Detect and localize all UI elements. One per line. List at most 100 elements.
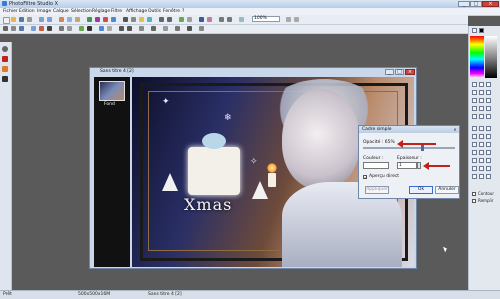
filter14-icon[interactable] bbox=[127, 26, 132, 31]
shape-10-icon[interactable] bbox=[472, 150, 477, 155]
zoom-select[interactable]: 100% bbox=[252, 16, 280, 22]
shape-14-icon[interactable] bbox=[479, 158, 484, 163]
shape-16-icon[interactable] bbox=[472, 166, 477, 171]
zoom-in-icon[interactable] bbox=[227, 17, 232, 22]
opacity-slider-thumb[interactable] bbox=[420, 144, 424, 151]
color-palette[interactable] bbox=[470, 36, 484, 78]
move-icon[interactable] bbox=[479, 114, 484, 119]
menu-filtre[interactable]: Filtre bbox=[111, 9, 122, 14]
cut-icon[interactable] bbox=[59, 17, 64, 22]
opacity-slider-track[interactable] bbox=[363, 147, 455, 149]
crop-icon[interactable] bbox=[123, 17, 128, 22]
shape-18-icon[interactable] bbox=[486, 166, 491, 171]
redo-icon[interactable] bbox=[47, 17, 52, 22]
grid-icon[interactable] bbox=[294, 17, 299, 22]
doc-maximize-button[interactable]: □ bbox=[395, 69, 404, 75]
sharpen-icon[interactable] bbox=[179, 17, 184, 22]
shape-8-icon[interactable] bbox=[479, 142, 484, 147]
blur-icon[interactable] bbox=[187, 17, 192, 22]
shape-9-icon[interactable] bbox=[486, 142, 491, 147]
filter9-icon[interactable] bbox=[79, 26, 84, 31]
maximize-button[interactable]: □ bbox=[470, 1, 482, 7]
menu-reglage[interactable]: Réglage bbox=[92, 9, 110, 14]
menu-calque[interactable]: Calque bbox=[53, 9, 69, 14]
gray-palette[interactable] bbox=[485, 36, 497, 78]
undo-icon[interactable] bbox=[39, 17, 44, 22]
magic-wand-icon[interactable] bbox=[472, 90, 477, 95]
shape-20-icon[interactable] bbox=[479, 174, 484, 179]
shape-11-icon[interactable] bbox=[479, 150, 484, 155]
text-icon[interactable] bbox=[199, 17, 204, 22]
filter19-icon[interactable] bbox=[187, 26, 192, 31]
doc-minimize-button[interactable]: _ bbox=[385, 69, 394, 75]
dialog-close-icon[interactable]: ✕ bbox=[452, 127, 458, 132]
fullscreen-icon[interactable] bbox=[286, 17, 291, 22]
fit-icon[interactable] bbox=[239, 17, 244, 22]
smudge-icon[interactable] bbox=[472, 106, 477, 111]
thickness-spinner[interactable] bbox=[417, 162, 421, 169]
rotate-icon[interactable] bbox=[159, 17, 164, 22]
star-icon[interactable] bbox=[2, 56, 8, 62]
paste-icon[interactable] bbox=[75, 17, 80, 22]
filter17-icon[interactable] bbox=[163, 26, 168, 31]
minimize-button[interactable]: _ bbox=[458, 1, 470, 7]
flip-icon[interactable] bbox=[167, 17, 172, 22]
color-swatch[interactable] bbox=[363, 162, 389, 169]
shape-6-icon[interactable] bbox=[486, 134, 491, 139]
menu-selection[interactable]: Sélection bbox=[71, 9, 92, 14]
filter13-icon[interactable] bbox=[119, 26, 124, 31]
shape-13-icon[interactable] bbox=[472, 158, 477, 163]
new-icon[interactable] bbox=[3, 17, 10, 24]
shape-5-icon[interactable] bbox=[479, 134, 484, 139]
menu-outils[interactable]: Outils bbox=[148, 9, 161, 14]
filter12-icon[interactable] bbox=[107, 26, 112, 31]
shape-15-icon[interactable] bbox=[486, 158, 491, 163]
eraser-icon[interactable] bbox=[486, 98, 491, 103]
menu-edition[interactable]: Edition bbox=[19, 9, 35, 14]
shape-7-icon[interactable] bbox=[472, 142, 477, 147]
contour-checkbox[interactable] bbox=[472, 192, 476, 196]
blue-icon[interactable] bbox=[111, 17, 116, 22]
filter20-icon[interactable] bbox=[199, 26, 204, 31]
menu-fichier[interactable]: Fichier bbox=[3, 9, 18, 14]
open-icon[interactable] bbox=[11, 17, 16, 22]
text-tool-icon[interactable] bbox=[472, 114, 477, 119]
resize-icon[interactable] bbox=[131, 17, 136, 22]
fill-checkbox[interactable] bbox=[472, 199, 476, 203]
filter4-icon[interactable] bbox=[31, 26, 36, 31]
menu-image[interactable]: Image bbox=[37, 9, 51, 14]
filter15-icon[interactable] bbox=[139, 26, 144, 31]
brush-icon[interactable] bbox=[472, 98, 477, 103]
shape-2-icon[interactable] bbox=[479, 126, 484, 131]
layer-thumbnail[interactable] bbox=[99, 81, 125, 101]
gear-icon[interactable] bbox=[2, 46, 8, 52]
shape-17-icon[interactable] bbox=[479, 166, 484, 171]
dark-tool-icon[interactable] bbox=[2, 76, 8, 82]
filter7-icon[interactable] bbox=[59, 26, 64, 31]
filter11-icon[interactable] bbox=[99, 26, 104, 31]
brightness-icon[interactable] bbox=[139, 17, 144, 22]
cancel-button[interactable]: Annuler bbox=[435, 186, 459, 194]
hand-icon[interactable] bbox=[486, 114, 491, 119]
filter3-icon[interactable] bbox=[19, 26, 24, 31]
contrast-icon[interactable] bbox=[147, 17, 152, 22]
menu-fenetre[interactable]: Fenêtre bbox=[163, 9, 180, 14]
effect-icon[interactable] bbox=[207, 17, 212, 22]
eyedropper-icon[interactable] bbox=[486, 106, 491, 111]
menu-affichage[interactable]: Affichage bbox=[126, 9, 147, 14]
shape-4-icon[interactable] bbox=[472, 134, 477, 139]
thickness-input[interactable]: 1 bbox=[397, 162, 417, 169]
red-icon[interactable] bbox=[103, 17, 108, 22]
lasso-icon[interactable] bbox=[486, 82, 491, 87]
preview-checkbox[interactable]: ✓ bbox=[363, 175, 367, 180]
filter8-icon[interactable] bbox=[67, 26, 72, 31]
zoom-out-icon[interactable] bbox=[219, 17, 224, 22]
fill-bucket-icon[interactable] bbox=[486, 90, 491, 95]
apply-button[interactable]: Appliquer bbox=[365, 186, 389, 194]
shape-21-icon[interactable] bbox=[486, 174, 491, 179]
filter2-icon[interactable] bbox=[11, 26, 16, 31]
orange-tool-icon[interactable] bbox=[2, 66, 8, 72]
line-icon[interactable] bbox=[479, 90, 484, 95]
filter-icon[interactable] bbox=[95, 17, 100, 22]
menu-help[interactable]: ? bbox=[182, 9, 184, 14]
